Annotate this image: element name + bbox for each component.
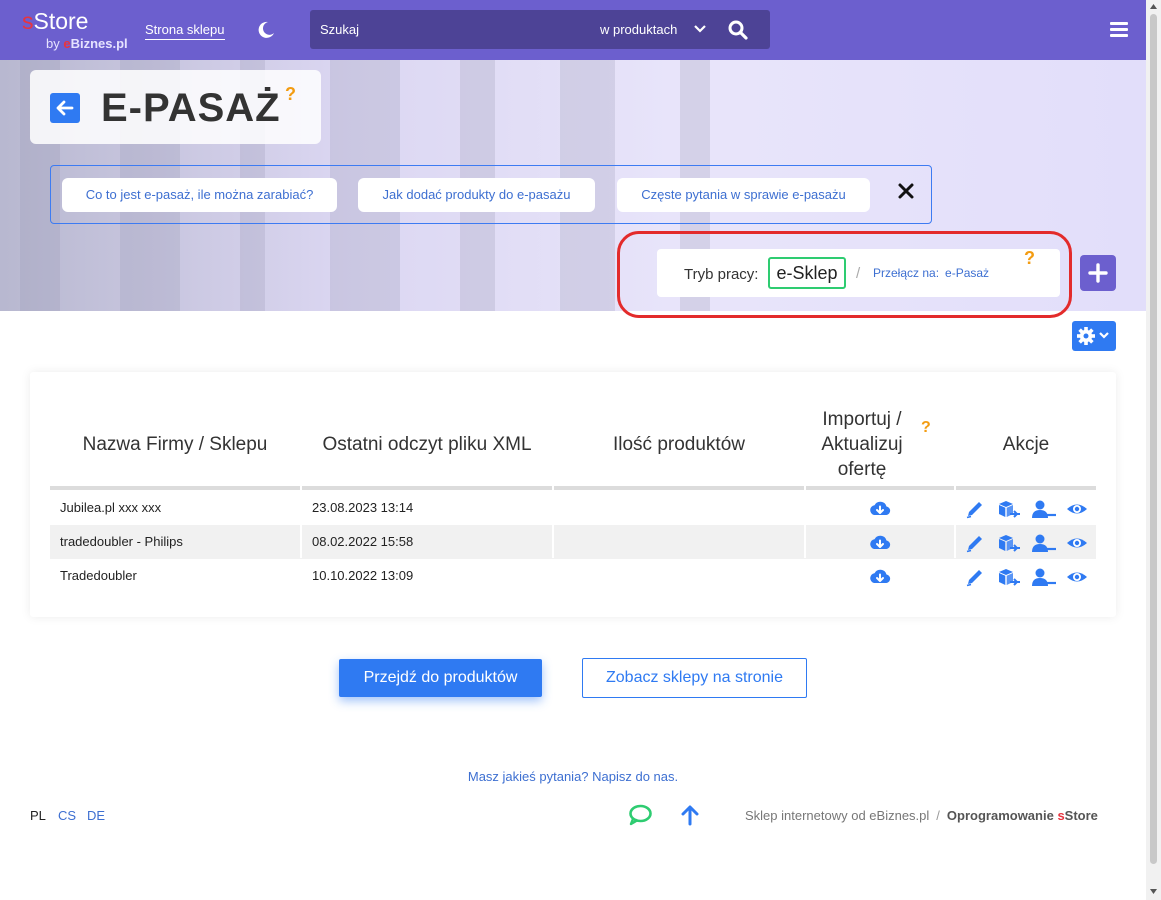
faq-item-add-products[interactable]: Jak dodać produkty do e-pasażu <box>358 178 595 212</box>
shop-link[interactable]: Strona sklepu <box>145 22 225 40</box>
shop-name: Tradedoubler <box>60 568 137 583</box>
lang-de[interactable]: DE <box>87 808 105 823</box>
shop-name: Jubilea.pl xxx xxx <box>60 500 162 515</box>
column-header-actions: Akcje <box>1002 433 1050 455</box>
eye-icon[interactable] <box>1066 533 1088 558</box>
column-header-last-read: Ostatni odczyt pliku XML <box>322 433 532 455</box>
last-read-date: 08.02.2022 15:58 <box>312 534 414 549</box>
top-bar: sStore by eBiznes.pl Strona sklepu w pro… <box>0 0 1146 60</box>
box-icon[interactable] <box>996 533 1022 558</box>
plus-icon <box>1088 263 1108 283</box>
logo-s: s <box>22 8 34 34</box>
download-cloud-icon[interactable] <box>868 533 892 558</box>
search-input[interactable] <box>310 10 590 49</box>
close-icon[interactable] <box>896 181 916 201</box>
arrow-left-icon <box>56 100 74 116</box>
box-icon[interactable] <box>996 499 1022 524</box>
back-button[interactable] <box>50 93 80 123</box>
eye-icon[interactable] <box>1066 499 1088 524</box>
logo-text: Store <box>33 8 89 34</box>
table-row: Tradedoubler 10.10.2022 13:09 <box>50 559 1096 593</box>
view-shops-button[interactable]: Zobacz sklepy na stronie <box>582 658 807 698</box>
column-header-name: Nazwa Firmy / Sklepu <box>82 433 268 455</box>
scrollbar[interactable] <box>1146 0 1161 900</box>
footer-software-link[interactable]: Oprogramowanie sStore <box>947 808 1098 823</box>
pencil-icon[interactable] <box>964 567 986 592</box>
faq-item-earnings[interactable]: Co to jest e-pasaż, ile można zarabiać? <box>62 178 337 212</box>
page-title: E-PASAŻ <box>101 86 281 130</box>
search-bar: w produktach <box>310 10 770 49</box>
pencil-icon[interactable] <box>964 499 986 524</box>
table-row: tradedoubler - Philips 08.02.2022 15:58 <box>50 525 1096 559</box>
footer-credits: Sklep internetowy od eBiznes.pl / Oprogram… <box>745 808 1098 823</box>
footer-credit-link[interactable]: Sklep internetowy od eBiznes.pl <box>745 808 929 823</box>
settings-dropdown-button[interactable] <box>1072 321 1116 351</box>
search-scope-select[interactable]: w produktach <box>600 22 677 37</box>
user-icon[interactable] <box>1031 567 1057 592</box>
import-help-icon[interactable]: ? <box>921 419 931 437</box>
highlight-outline <box>617 231 1072 318</box>
download-cloud-icon[interactable] <box>868 567 892 592</box>
lang-cs[interactable]: CS <box>58 808 76 823</box>
lang-pl[interactable]: PL <box>30 808 46 823</box>
pencil-icon[interactable] <box>964 533 986 558</box>
last-read-date: 23.08.2023 13:14 <box>312 500 414 515</box>
user-icon[interactable] <box>1031 499 1057 524</box>
logo[interactable]: sStore by eBiznes.pl <box>22 8 128 51</box>
download-cloud-icon[interactable] <box>868 499 892 524</box>
faq-item-common-questions[interactable]: Częste pytania w sprawie e-pasażu <box>617 178 870 212</box>
column-header-import: Importuj / Aktualizuj ofertę <box>821 408 903 480</box>
chat-icon[interactable] <box>628 804 653 826</box>
moon-icon[interactable] <box>256 20 276 40</box>
contact-link[interactable]: Masz jakieś pytania? Napisz do nas. <box>0 769 1146 784</box>
last-read-date: 10.10.2022 13:09 <box>312 568 414 583</box>
eye-icon[interactable] <box>1066 567 1088 592</box>
box-icon[interactable] <box>996 567 1022 592</box>
shop-name: tradedoubler - Philips <box>60 534 183 549</box>
arrow-up-icon[interactable] <box>679 804 701 826</box>
user-icon[interactable] <box>1031 533 1057 558</box>
gear-icon <box>1077 327 1109 345</box>
table-row: Jubilea.pl xxx xxx 23.08.2023 13:14 <box>50 491 1096 525</box>
menu-icon[interactable] <box>1110 22 1128 38</box>
title-help-icon[interactable]: ? <box>285 84 296 105</box>
logo-byline: by eBiznes.pl <box>46 36 128 51</box>
search-icon[interactable] <box>728 20 748 40</box>
add-button[interactable] <box>1080 255 1116 291</box>
chevron-down-icon[interactable] <box>692 22 708 36</box>
go-to-products-button[interactable]: Przejdź do produktów <box>339 659 542 697</box>
column-header-count: Ilość produktów <box>612 433 745 455</box>
